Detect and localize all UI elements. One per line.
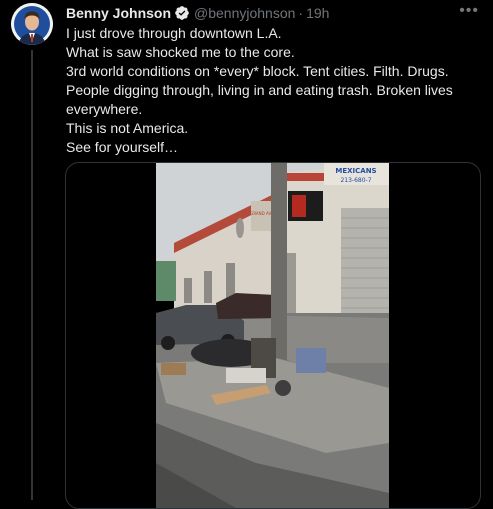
more-options-icon[interactable]: ••• (459, 2, 479, 20)
author-handle[interactable]: @bennyjohnson (194, 5, 295, 21)
tweet-line: I just drove through downtown L.A. (66, 25, 282, 41)
tweet-line: What is saw shocked me to the core. (66, 44, 295, 60)
avatar-image (11, 3, 53, 45)
storefront-sign: MEXICANS (335, 167, 376, 175)
verified-badge-icon (175, 6, 189, 20)
tweet-line: This is not America. (66, 120, 189, 136)
wall-sign: GRAND AVE (250, 211, 274, 216)
tweet-text: I just drove through downtown L.A. What … (66, 24, 476, 157)
author-name[interactable]: Benny Johnson (66, 5, 171, 21)
tweet-timestamp[interactable]: 19h (306, 5, 329, 21)
media-container[interactable]: GRAND AVE MEXICANS 213-680-7 (65, 162, 481, 509)
video-frame[interactable]: GRAND AVE MEXICANS 213-680-7 (156, 163, 389, 508)
separator-dot: · (298, 5, 304, 21)
thread-line (31, 50, 33, 500)
storefront-phone: 213-680-7 (340, 177, 371, 184)
tweet-line: 3rd world conditions on *every* block. T… (66, 63, 453, 117)
tweet-line: See for yourself… (66, 139, 179, 155)
avatar[interactable] (11, 3, 53, 45)
tweet-header: Benny Johnson @bennyjohnson · 19h (66, 4, 463, 22)
